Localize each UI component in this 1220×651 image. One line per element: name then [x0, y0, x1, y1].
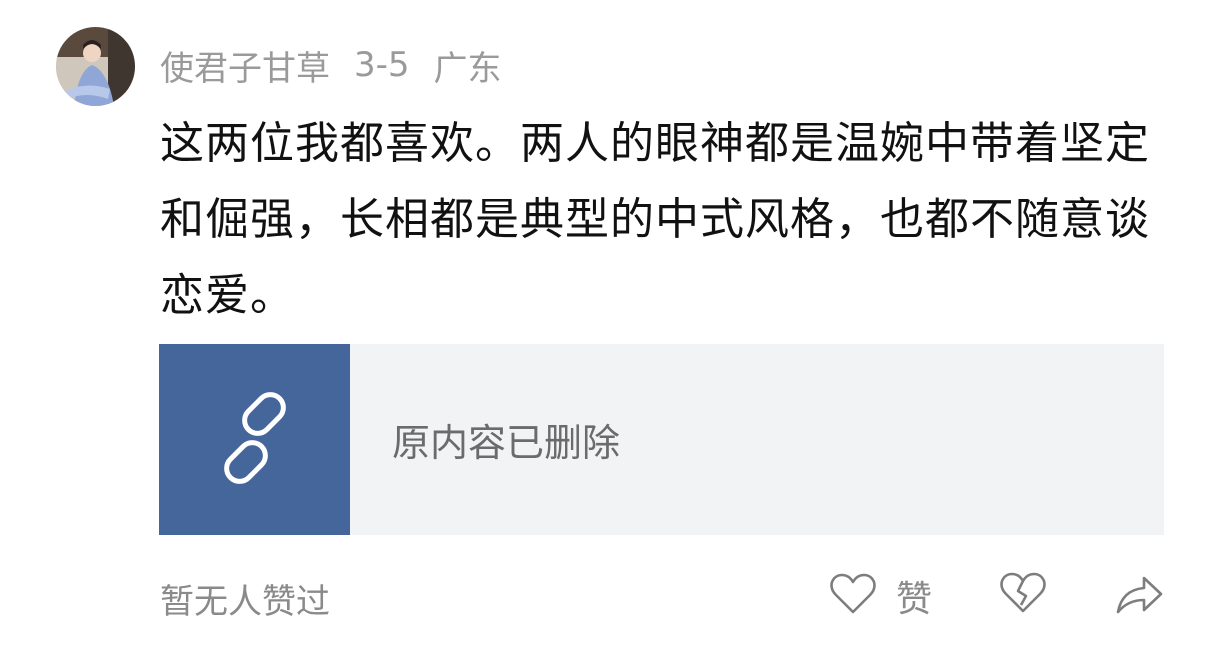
- quoted-thumbnail: [159, 344, 350, 535]
- share-icon: [1114, 576, 1164, 620]
- comment-text: 这两位我都喜欢。两人的眼神都是温婉中带着坚定和倔强，长相都是典型的中式风格，也都…: [160, 118, 1150, 321]
- quoted-content-card[interactable]: 原内容已删除: [159, 344, 1164, 535]
- comment-item: 使君子甘草 3-5 广东 这两位我都喜欢。两人的眼神都是温婉中带着坚定和倔强，长…: [0, 0, 1220, 651]
- link-icon: [200, 383, 310, 497]
- deleted-notice: 原内容已删除: [392, 421, 621, 465]
- avatar[interactable]: [56, 27, 135, 106]
- dislike-button[interactable]: [1000, 572, 1046, 618]
- like-label: 赞: [896, 579, 933, 620]
- broken-heart-icon: [1000, 572, 1046, 618]
- likes-summary: 暂无人赞过: [160, 582, 330, 622]
- comment-actions: 暂无人赞过 赞: [160, 566, 1170, 622]
- comment-meta: 使君子甘草 3-5 广东: [160, 40, 502, 90]
- share-button[interactable]: [1114, 572, 1164, 620]
- like-button[interactable]: 赞: [830, 570, 932, 622]
- comment-date: 3-5: [354, 45, 410, 85]
- comment-location: 广东: [433, 48, 502, 89]
- heart-icon: [830, 573, 876, 619]
- username[interactable]: 使君子甘草: [160, 41, 330, 90]
- avatar-image: [56, 27, 135, 106]
